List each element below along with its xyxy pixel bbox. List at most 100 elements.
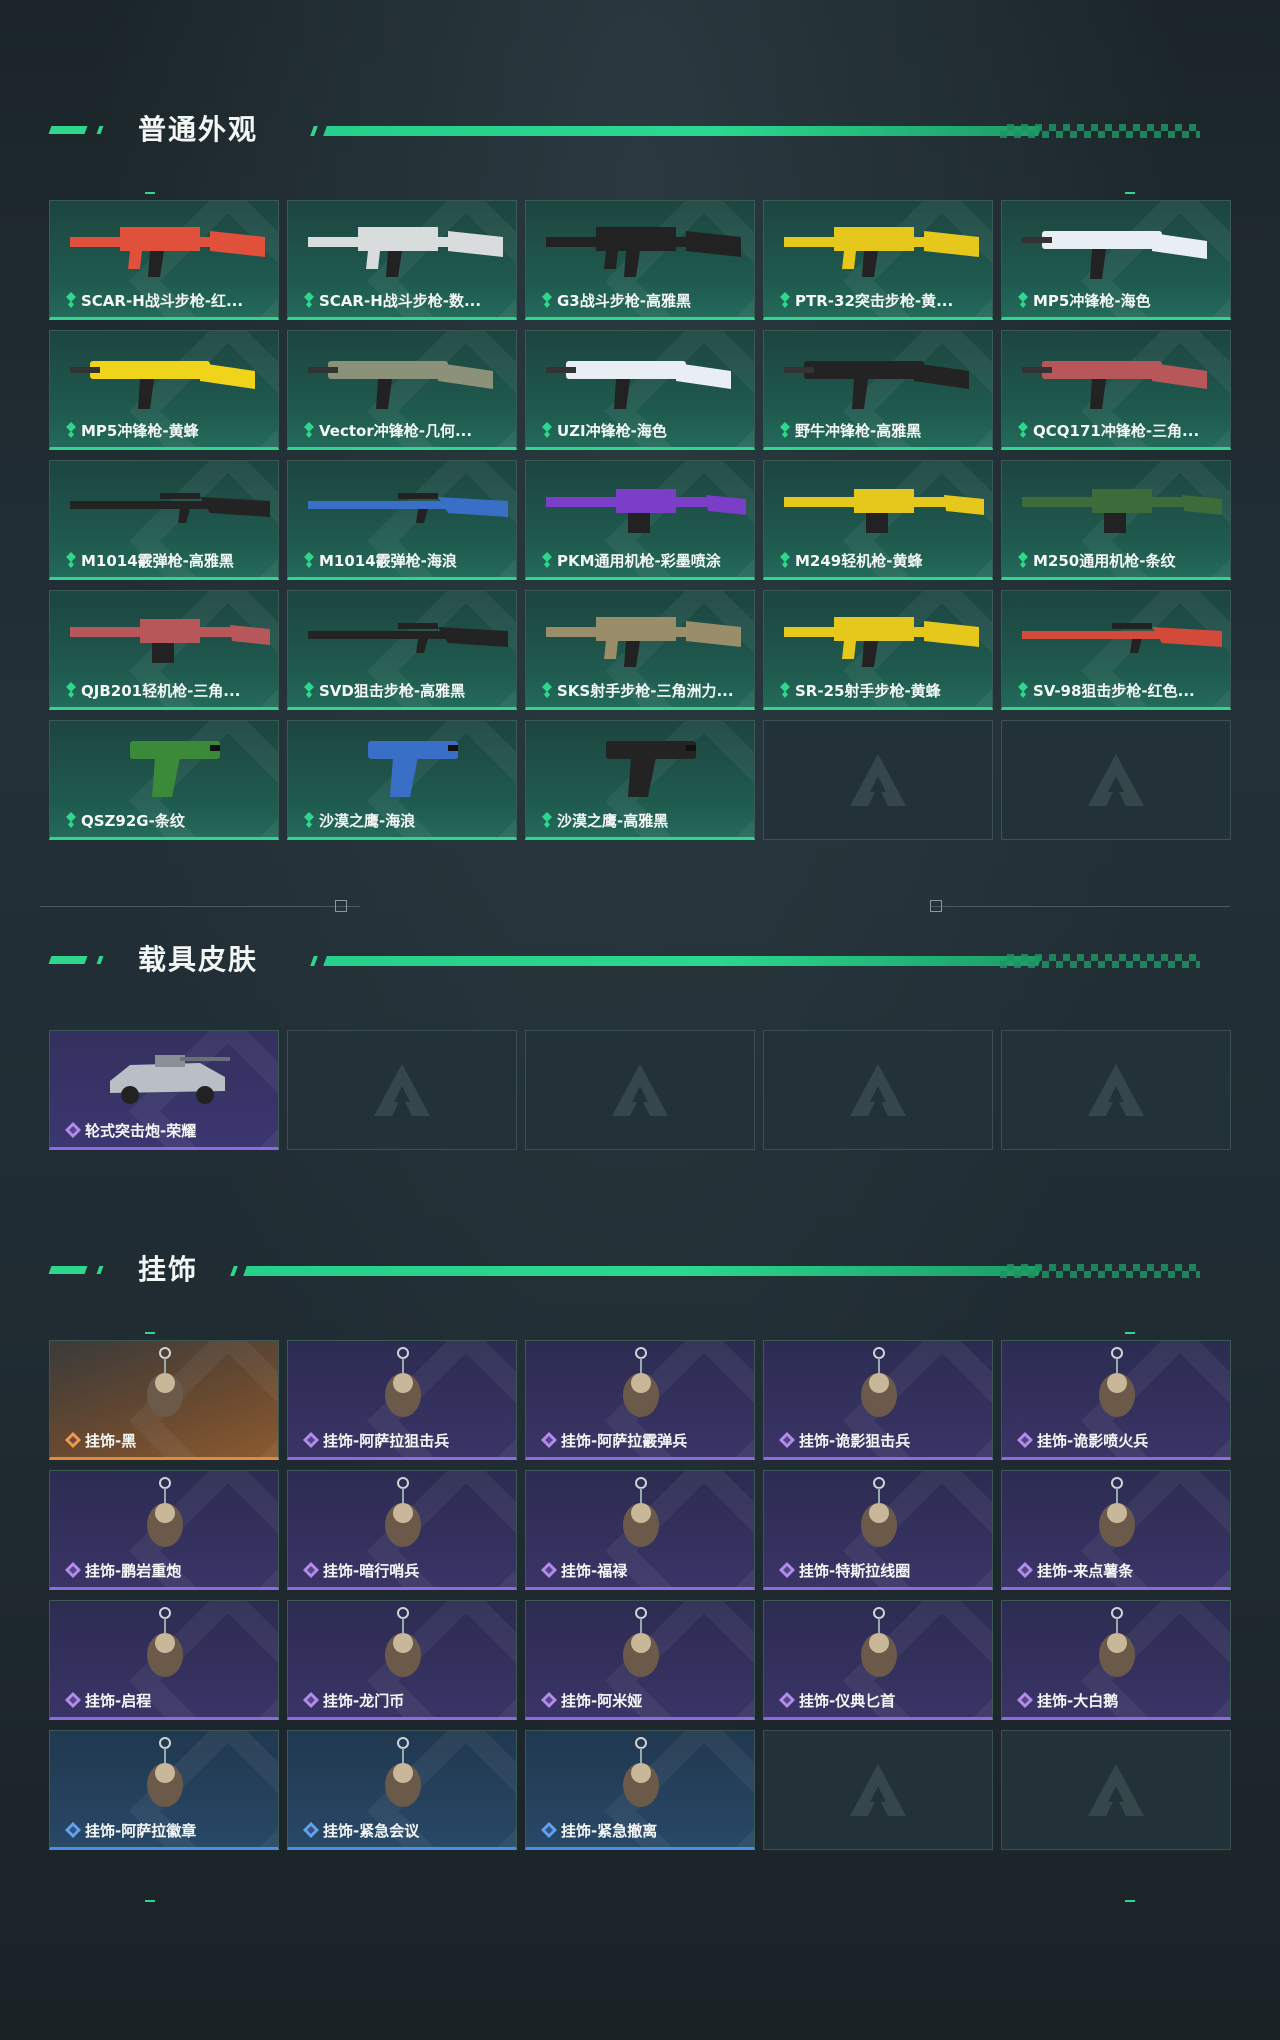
weapon-card[interactable]: QJB201轻机枪-三角... — [49, 590, 279, 710]
header-accent-dash — [310, 956, 318, 966]
item-name-row: 挂饰-暗行哨兵 — [302, 1561, 508, 1581]
item-name: M250通用机枪-条纹 — [1033, 552, 1176, 570]
rarity-diamond-icon — [778, 552, 795, 570]
charm-figure-icon — [298, 1737, 506, 1815]
rarity-diamond-icon — [64, 812, 81, 830]
weapon-card[interactable]: SKS射手步枪-三角洲力... — [525, 590, 755, 710]
rarity-diamond-icon — [778, 422, 795, 440]
weapon-card[interactable]: PTR-32突击步枪-黄... — [763, 200, 993, 320]
item-name: 挂饰-鹏岩重炮 — [85, 1562, 182, 1580]
section-title-charms: 挂饰 — [138, 1253, 199, 1286]
item-name: 挂饰-阿萨拉狙击兵 — [323, 1432, 450, 1450]
charm-figure-icon — [298, 1347, 506, 1425]
smg-white-blue-icon — [1012, 207, 1220, 285]
charms-grid: 挂饰-黑 挂饰-阿萨拉狙击兵 挂饰-阿萨拉霰弹兵 挂饰-诡影狙击兵 挂饰-诡影喷火兵 挂饰… — [49, 1340, 1231, 1850]
delta-logo-icon — [1086, 752, 1146, 808]
weapon-card[interactable]: Vector冲锋枪-几何... — [287, 330, 517, 450]
empty-slot — [525, 1030, 755, 1150]
item-name-row: M249轻机枪-黄蜂 — [778, 551, 984, 571]
header-accent-dash — [48, 956, 88, 964]
charm-card[interactable]: 挂饰-阿萨拉徽章 — [49, 1730, 279, 1850]
weapon-card[interactable]: M249轻机枪-黄蜂 — [763, 460, 993, 580]
charm-card[interactable]: 挂饰-龙门币 — [287, 1600, 517, 1720]
item-name: 挂饰-启程 — [85, 1692, 152, 1710]
weapon-card[interactable]: UZI冲锋枪-海色 — [525, 330, 755, 450]
weapon-card[interactable]: M250通用机枪-条纹 — [1001, 460, 1231, 580]
separator-line — [930, 906, 1230, 907]
rarity-diamond-icon — [540, 682, 557, 700]
vehicle-card[interactable]: 轮式突击炮-荣耀 — [49, 1030, 279, 1150]
weapon-card[interactable]: SR-25射手步枪-黄蜂 — [763, 590, 993, 710]
item-name-row: SCAR-H战斗步枪-数... — [302, 291, 508, 311]
header-accent-dash — [96, 956, 104, 964]
rarity-diamond-icon — [302, 552, 319, 570]
weapon-card[interactable]: SCAR-H战斗步枪-红... — [49, 200, 279, 320]
charm-card[interactable]: 挂饰-仪典匕首 — [763, 1600, 993, 1720]
header-checker-pattern — [1000, 954, 1200, 968]
rarity-diamond-icon — [64, 1562, 85, 1580]
item-name: M1014霰弹枪-海浪 — [319, 552, 457, 570]
weapon-card[interactable]: M1014霰弹枪-海浪 — [287, 460, 517, 580]
item-name-row: QJB201轻机枪-三角... — [64, 681, 270, 701]
rifle-desert-icon — [536, 597, 744, 675]
charm-card[interactable]: 挂饰-大白鹅 — [1001, 1600, 1231, 1720]
separator-box — [930, 900, 942, 912]
item-name-row: 挂饰-诡影狙击兵 — [778, 1431, 984, 1451]
item-name: SKS射手步枪-三角洲力... — [557, 682, 734, 700]
charm-card[interactable]: 挂饰-阿萨拉霰弹兵 — [525, 1340, 755, 1460]
header-accent-dash — [48, 126, 88, 134]
weapon-card[interactable]: 沙漠之鹰-高雅黑 — [525, 720, 755, 840]
charm-figure-icon — [298, 1477, 506, 1555]
charm-card[interactable]: 挂饰-来点薯条 — [1001, 1470, 1231, 1590]
header-divider-line — [243, 1266, 1042, 1276]
corner-tick — [145, 1332, 155, 1334]
mg-yellow-icon — [774, 467, 984, 545]
weapon-card[interactable]: 野牛冲锋枪-高雅黑 — [763, 330, 993, 450]
rarity-diamond-icon — [540, 552, 557, 570]
rarity-diamond-icon — [302, 422, 319, 440]
charm-card[interactable]: 挂饰-紧急会议 — [287, 1730, 517, 1850]
charm-card[interactable]: 挂饰-阿米娅 — [525, 1600, 755, 1720]
item-name-row: 挂饰-龙门币 — [302, 1691, 508, 1711]
weapon-card[interactable]: 沙漠之鹰-海浪 — [287, 720, 517, 840]
item-name-row: SCAR-H战斗步枪-红... — [64, 291, 270, 311]
header-accent-dash — [310, 126, 318, 136]
weapon-card[interactable]: SV-98狙击步枪-红色... — [1001, 590, 1231, 710]
item-name-row: SVD狙击步枪-高雅黑 — [302, 681, 508, 701]
rarity-diamond-icon — [64, 1432, 85, 1450]
charm-card[interactable]: 挂饰-紧急撤离 — [525, 1730, 755, 1850]
weapon-card[interactable]: QSZ92G-条纹 — [49, 720, 279, 840]
charm-card[interactable]: 挂饰-暗行哨兵 — [287, 1470, 517, 1590]
charm-box-icon — [536, 1737, 744, 1815]
charm-card[interactable]: 挂饰-启程 — [49, 1600, 279, 1720]
item-name: QCQ171冲锋枪-三角... — [1033, 422, 1200, 440]
rarity-diamond-icon — [64, 682, 81, 700]
weapon-card[interactable]: PKM通用机枪-彩墨喷涂 — [525, 460, 755, 580]
weapon-card[interactable]: M1014霰弹枪-高雅黑 — [49, 460, 279, 580]
item-name: SCAR-H战斗步枪-红... — [81, 292, 244, 310]
smg-black-icon — [774, 337, 982, 415]
weapon-card[interactable]: QCQ171冲锋枪-三角... — [1001, 330, 1231, 450]
charm-card[interactable]: 挂饰-阿萨拉狙击兵 — [287, 1340, 517, 1460]
shotgun-black-icon — [60, 467, 270, 545]
charm-card[interactable]: 挂饰-鹏岩重炮 — [49, 1470, 279, 1590]
weapon-card[interactable]: SCAR-H战斗步枪-数... — [287, 200, 517, 320]
charm-card[interactable]: 挂饰-福禄 — [525, 1470, 755, 1590]
charm-card[interactable]: 挂饰-诡影喷火兵 — [1001, 1340, 1231, 1460]
charm-card[interactable]: 挂饰-诡影狙击兵 — [763, 1340, 993, 1460]
separator-box — [335, 900, 347, 912]
charm-card[interactable]: 挂饰-黑 — [49, 1340, 279, 1460]
weapon-card[interactable]: SVD狙击步枪-高雅黑 — [287, 590, 517, 710]
item-name: MP5冲锋枪-黄蜂 — [81, 422, 199, 440]
corner-tick — [1125, 1332, 1135, 1334]
item-name-row: MP5冲锋枪-黄蜂 — [64, 421, 270, 441]
item-name-row: QSZ92G-条纹 — [64, 811, 270, 831]
weapon-card[interactable]: MP5冲锋枪-黄蜂 — [49, 330, 279, 450]
charm-card[interactable]: 挂饰-特斯拉线圈 — [763, 1470, 993, 1590]
weapon-card[interactable]: MP5冲锋枪-海色 — [1001, 200, 1231, 320]
empty-slot — [763, 1030, 993, 1150]
charm-ring-icon — [60, 1607, 268, 1685]
weapon-card[interactable]: G3战斗步枪-高雅黑 — [525, 200, 755, 320]
charm-figure-icon — [1012, 1347, 1220, 1425]
header-accent-dash — [96, 126, 104, 134]
